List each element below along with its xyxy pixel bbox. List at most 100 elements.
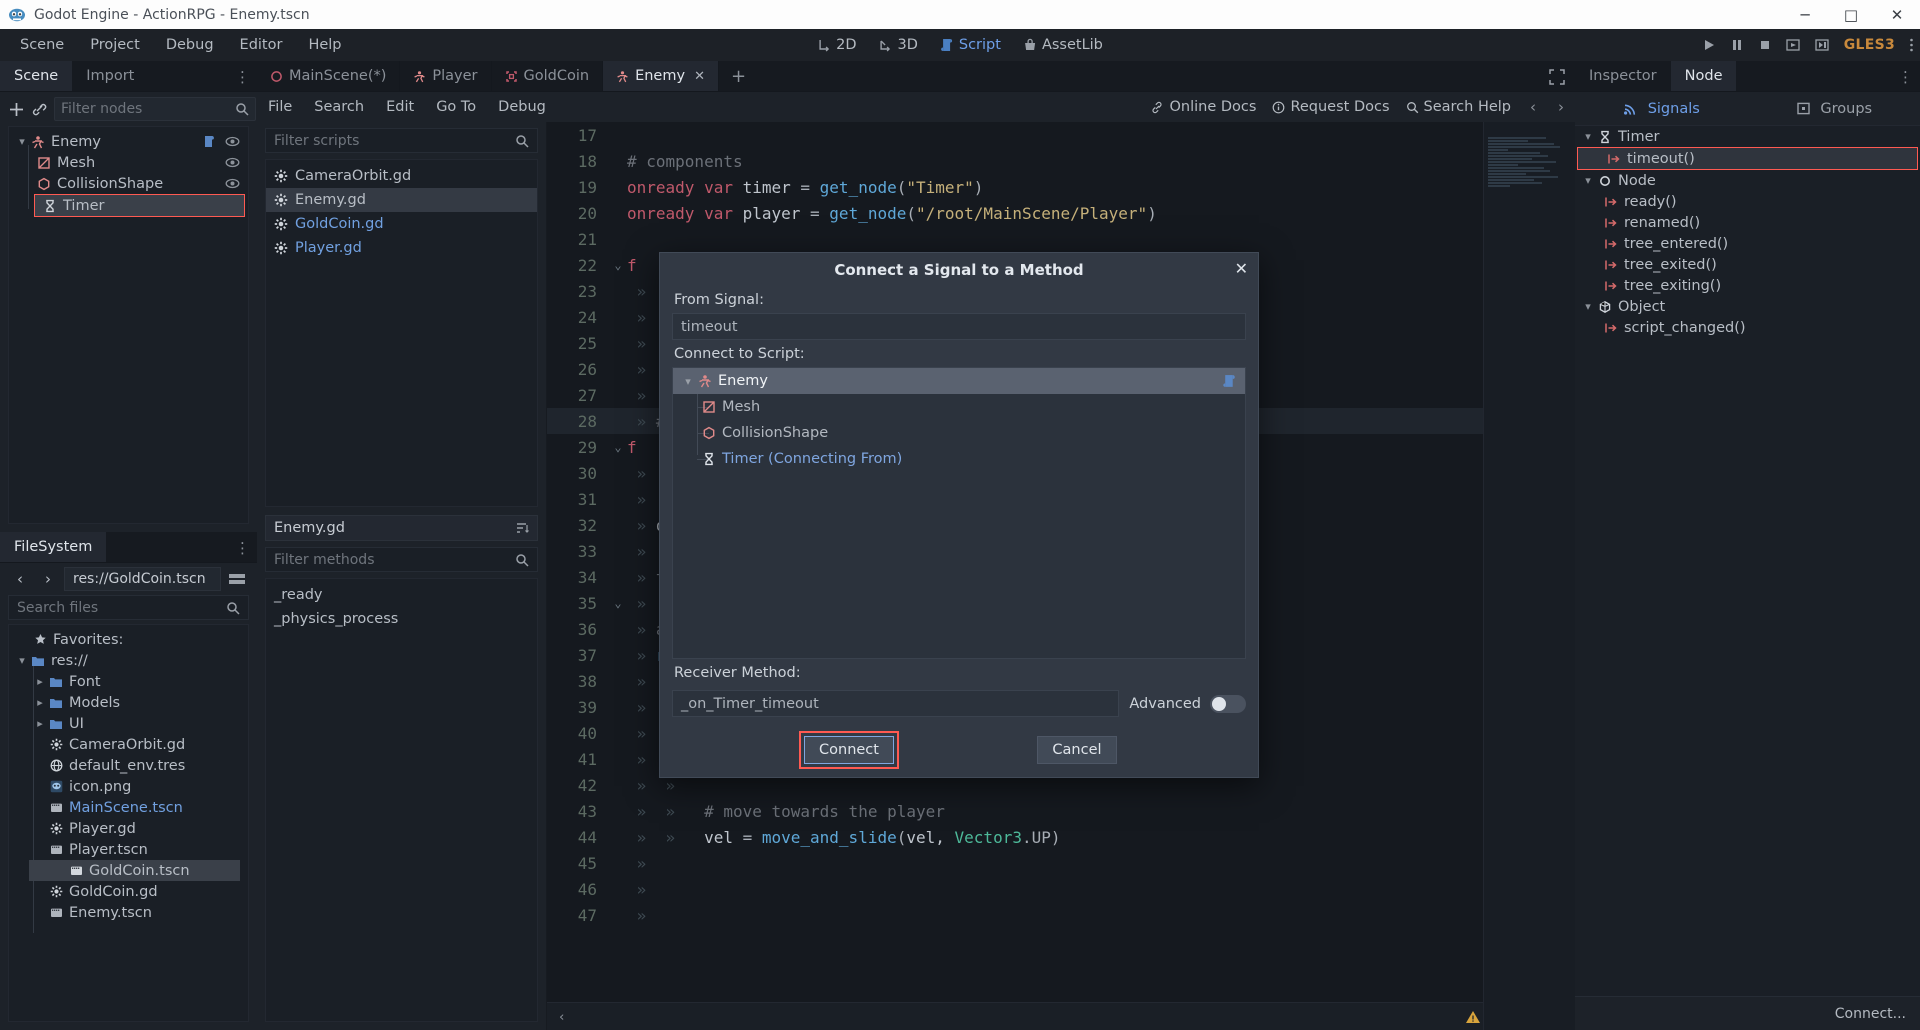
tab-3d[interactable]: 3D bbox=[869, 33, 926, 57]
scene-panel-menu-icon[interactable]: ⋮ bbox=[235, 61, 251, 92]
dialog-node-collisionshape[interactable]: CollisionShape bbox=[673, 420, 1245, 446]
code-minimap[interactable] bbox=[1483, 122, 1575, 1030]
filter-nodes-input[interactable] bbox=[61, 101, 235, 117]
fs-item-models[interactable]: ▸ Models bbox=[9, 692, 248, 713]
close-tab-icon[interactable]: ✕ bbox=[694, 69, 705, 84]
code-line[interactable]: 43 » » # move towards the player bbox=[547, 798, 1575, 824]
tab-scene[interactable]: Scene bbox=[0, 61, 73, 91]
from-signal-field[interactable]: timeout bbox=[672, 313, 1246, 340]
fs-item-icon-png[interactable]: icon.png bbox=[9, 776, 248, 797]
editor-tab-mainscene[interactable]: MainScene(*) bbox=[257, 61, 401, 91]
visibility-toggle-icon[interactable] bbox=[225, 155, 240, 170]
filesystem-path[interactable]: res://GoldCoin.tscn bbox=[64, 567, 221, 591]
connect-button[interactable]: Connect bbox=[804, 736, 894, 764]
code-line[interactable]: 20 onready var player = get_node("/root/M… bbox=[547, 200, 1575, 226]
menu-editor[interactable]: Editor bbox=[228, 33, 295, 57]
chevron-down-icon[interactable]: ▾ bbox=[15, 654, 29, 667]
fs-item-goldcoin-gd[interactable]: GoldCoin.gd bbox=[9, 881, 248, 902]
dialog-node-mesh[interactable]: Mesh bbox=[673, 394, 1245, 420]
minimize-button[interactable]: ─ bbox=[1782, 0, 1828, 29]
request-docs-button[interactable]: Request Docs bbox=[1272, 99, 1390, 115]
code-line[interactable]: 21 bbox=[547, 226, 1575, 252]
online-docs-button[interactable]: Online Docs bbox=[1151, 99, 1256, 115]
scene-node-mesh[interactable]: Mesh bbox=[9, 152, 248, 173]
inspector-panel-menu-icon[interactable]: ⋮ bbox=[1898, 61, 1914, 92]
scene-node-collisionshape[interactable]: CollisionShape bbox=[9, 173, 248, 194]
add-node-button[interactable] bbox=[8, 97, 25, 121]
renderer-selector[interactable]: GLES3 bbox=[1844, 37, 1895, 53]
method-item-physics-process[interactable]: _physics_process bbox=[266, 607, 537, 631]
fs-item-player-gd[interactable]: Player.gd bbox=[9, 818, 248, 839]
scroll-left-icon[interactable]: ‹ bbox=[559, 1009, 564, 1025]
play-custom-scene-icon[interactable] bbox=[1815, 38, 1830, 52]
play-scene-icon[interactable] bbox=[1786, 38, 1801, 52]
scene-node-enemy[interactable]: ▾ Enemy bbox=[9, 131, 248, 152]
menu-debug[interactable]: Debug bbox=[154, 33, 226, 57]
code-line[interactable]: 46 » bbox=[547, 876, 1575, 902]
filesystem-tree[interactable]: Favorites: ▾ res:// ▸ Font ▸ Models ▸ UI… bbox=[8, 624, 249, 1022]
maximize-button[interactable]: □ bbox=[1828, 0, 1874, 29]
editor-tab-enemy[interactable]: Enemy ✕ bbox=[603, 61, 719, 91]
code-line[interactable]: 17 bbox=[547, 122, 1575, 148]
nav-prev-button[interactable]: ‹ bbox=[1527, 98, 1539, 116]
filter-nodes-box[interactable] bbox=[54, 97, 256, 121]
filter-scripts-box[interactable]: Filter scripts bbox=[265, 128, 538, 153]
sort-icon[interactable] bbox=[515, 521, 529, 535]
fold-toggle-icon[interactable]: ⌄ bbox=[609, 596, 627, 610]
fs-item-goldcoin-tscn[interactable]: GoldCoin.tscn bbox=[29, 860, 240, 881]
editor-tab-player[interactable]: Player bbox=[400, 61, 492, 91]
signal-item-tree-exited[interactable]: tree_exited() bbox=[1575, 254, 1920, 275]
code-line[interactable]: 19 onready var timer = get_node("Timer") bbox=[547, 174, 1575, 200]
chevron-down-icon[interactable]: ▾ bbox=[1581, 300, 1595, 313]
code-line[interactable]: 44 » » vel = move_and_slide(vel, Vector3… bbox=[547, 824, 1575, 850]
dialog-node-tree[interactable]: ▾ Enemy Mesh CollisionShape Timer (Conne… bbox=[672, 367, 1246, 659]
chevron-right-icon[interactable]: ▸ bbox=[33, 717, 47, 730]
fold-toggle-icon[interactable]: ⌄ bbox=[609, 440, 627, 454]
connect-dots-button[interactable]: Connect... bbox=[1835, 1006, 1906, 1022]
stop-icon[interactable] bbox=[1758, 38, 1772, 52]
signal-group-object[interactable]: ▾ Object bbox=[1575, 296, 1920, 317]
dialog-node-enemy[interactable]: ▾ Enemy bbox=[673, 368, 1245, 394]
script-item-cameraorbit[interactable]: CameraOrbit.gd bbox=[266, 164, 537, 188]
chevron-down-icon[interactable]: ▾ bbox=[1581, 130, 1595, 143]
fold-toggle-icon[interactable]: ⌄ bbox=[609, 258, 627, 272]
signal-group-node[interactable]: ▾ Node bbox=[1575, 170, 1920, 191]
tab-import[interactable]: Import bbox=[72, 61, 148, 91]
script-item-enemy[interactable]: Enemy.gd bbox=[266, 188, 537, 212]
play-icon[interactable] bbox=[1702, 38, 1716, 52]
distraction-free-icon[interactable] bbox=[1549, 61, 1565, 92]
tab-2d[interactable]: 2D bbox=[808, 33, 865, 57]
signal-item-ready[interactable]: ready() bbox=[1575, 191, 1920, 212]
subtab-signals[interactable]: Signals bbox=[1575, 101, 1748, 117]
dialog-close-icon[interactable]: ✕ bbox=[1235, 259, 1248, 278]
tab-script[interactable]: Script bbox=[931, 33, 1010, 57]
filesystem-search-box[interactable]: Search files bbox=[8, 595, 249, 620]
tab-node[interactable]: Node bbox=[1670, 61, 1737, 91]
menu-scene[interactable]: Scene bbox=[8, 33, 76, 57]
script-menu-goto[interactable]: Go To bbox=[425, 96, 487, 118]
nav-back-button[interactable]: ‹ bbox=[8, 567, 32, 591]
editor-settings-icon[interactable] bbox=[1909, 37, 1914, 53]
chevron-right-icon[interactable]: ▸ bbox=[33, 696, 47, 709]
nav-next-button[interactable]: › bbox=[1555, 98, 1567, 116]
menu-project[interactable]: Project bbox=[78, 33, 152, 57]
script-menu-debug[interactable]: Debug bbox=[487, 96, 557, 118]
signal-item-script-changed[interactable]: script_changed() bbox=[1575, 317, 1920, 338]
fs-item-enemy-tscn[interactable]: Enemy.tscn bbox=[9, 902, 248, 923]
scene-node-timer[interactable]: Timer bbox=[35, 195, 244, 216]
tab-inspector[interactable]: Inspector bbox=[1575, 61, 1671, 91]
signal-item-timeout[interactable]: timeout() bbox=[1578, 148, 1917, 169]
advanced-toggle[interactable] bbox=[1210, 694, 1246, 713]
nav-forward-button[interactable]: › bbox=[36, 567, 60, 591]
cancel-button[interactable]: Cancel bbox=[1036, 736, 1117, 764]
instance-scene-button[interactable] bbox=[31, 97, 48, 121]
fs-item-font[interactable]: ▸ Font bbox=[9, 671, 248, 692]
fs-item-default-env-tres[interactable]: default_env.tres bbox=[9, 755, 248, 776]
code-line[interactable]: 47 » bbox=[547, 902, 1575, 928]
script-menu-edit[interactable]: Edit bbox=[375, 96, 425, 118]
fs-item-res-root[interactable]: ▾ res:// bbox=[9, 650, 248, 671]
chevron-down-icon[interactable]: ▾ bbox=[681, 375, 695, 388]
search-help-button[interactable]: Search Help bbox=[1406, 99, 1511, 115]
fs-item-favorites[interactable]: Favorites: bbox=[9, 629, 248, 650]
chevron-down-icon[interactable]: ▾ bbox=[15, 135, 29, 148]
